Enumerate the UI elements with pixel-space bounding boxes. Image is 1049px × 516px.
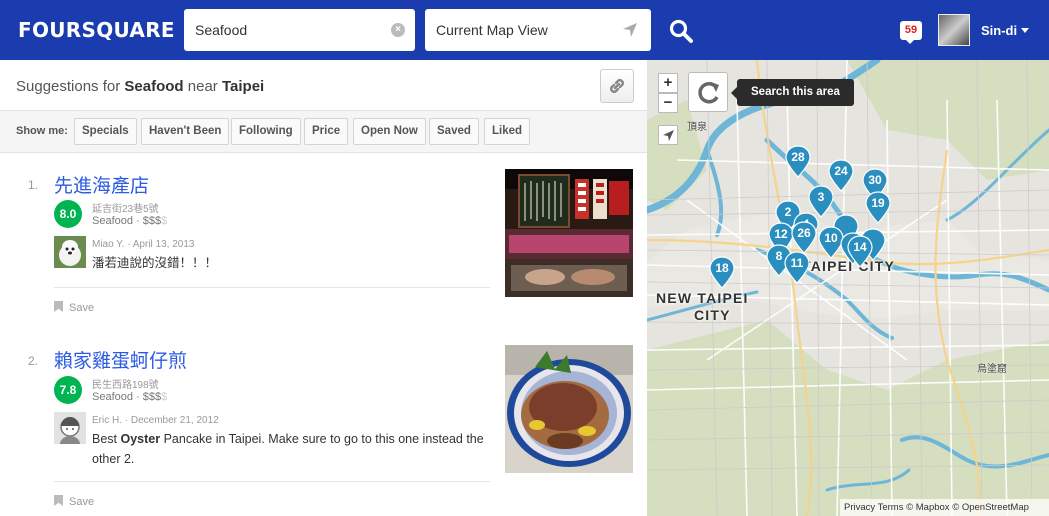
map-pin[interactable]: 28 xyxy=(785,145,811,178)
venue-category-price: Seafood · $$$$ xyxy=(92,215,168,227)
suggestions-prefix: Suggestions for xyxy=(16,78,121,95)
tip-author-date: Miao Y. · April 13, 2013 xyxy=(92,239,195,250)
venue-price-inactive: $ xyxy=(161,391,168,403)
chevron-down-icon[interactable] xyxy=(1021,28,1029,33)
suggestions-near-word: near xyxy=(187,78,218,95)
divider xyxy=(54,481,490,482)
venue-name-link[interactable]: 先進海產店 xyxy=(54,171,149,198)
search-query-input[interactable]: Seafood × xyxy=(184,9,415,51)
map-background[interactable] xyxy=(647,60,1049,516)
filter-open-now[interactable]: Open Now xyxy=(353,118,426,145)
venue-price-active: $$$ xyxy=(142,215,162,227)
save-button[interactable]: Save xyxy=(54,495,94,508)
show-me-label: Show me: xyxy=(16,125,68,137)
suggestions-query: Seafood xyxy=(124,78,184,95)
venue-category: Seafood xyxy=(92,215,133,227)
save-label: Save xyxy=(69,302,95,314)
filter-bar: Show me: Specials Haven't Been Following… xyxy=(0,110,647,153)
tip-author-date: Eric H. · December 21, 2012 xyxy=(92,415,219,426)
tip-text-part: Best xyxy=(92,432,121,446)
map-pin[interactable]: 18 xyxy=(709,256,735,289)
search-this-area-tooltip[interactable]: Search this area xyxy=(731,79,854,106)
venue-rank: 2. xyxy=(28,354,39,368)
pin-label: 3 xyxy=(817,190,825,204)
suggestions-place: Taipei xyxy=(221,78,265,95)
user-avatar[interactable] xyxy=(938,14,970,46)
venue-price-inactive: $ xyxy=(161,215,168,227)
map-label-new-taipei: NEW TAIPEI xyxy=(656,290,749,306)
filter-havent-been[interactable]: Haven't Been xyxy=(141,118,230,145)
venue-category: Seafood xyxy=(92,391,133,403)
tip-author-avatar[interactable] xyxy=(54,236,86,268)
pin-label: 28 xyxy=(791,150,805,164)
venue-category-price: Seafood · $$$$ xyxy=(92,391,168,403)
tip-text: Best Oyster Pancake in Taipei. Make sure… xyxy=(92,429,492,469)
venue-score-badge: 8.0 xyxy=(54,200,82,228)
tip-text-highlight: Oyster xyxy=(120,432,161,446)
map-pin[interactable]: 11 xyxy=(784,251,810,284)
location-arrow-icon[interactable] xyxy=(621,21,639,39)
map-view[interactable]: TAIPEI CITY NEW TAIPEI CITY 頂泉 烏塗窟 xyxy=(647,60,1049,516)
pin-label: 18 xyxy=(715,261,729,275)
pin-label: 30 xyxy=(868,173,882,187)
top-navigation-bar: FOURSQUARE Seafood × Current Map View 59… xyxy=(0,0,1049,60)
pin-label: 24 xyxy=(834,164,848,178)
zoom-out-button[interactable]: − xyxy=(658,93,678,113)
save-button[interactable]: Save xyxy=(54,301,94,314)
filter-following[interactable]: Following xyxy=(231,118,301,145)
map-attribution[interactable]: Privacy Terms © Mapbox © OpenStreetMap xyxy=(840,499,1049,516)
location-arrow-icon xyxy=(663,130,674,141)
link-icon xyxy=(610,79,624,93)
notification-badge[interactable]: 59 xyxy=(900,21,922,44)
search-this-area-button[interactable] xyxy=(688,72,728,112)
map-label-town: 烏塗窟 xyxy=(977,364,1007,375)
foursquare-logo[interactable]: FOURSQUARE xyxy=(18,18,175,42)
venue-address: 延吉街23巷5號 xyxy=(92,204,159,215)
save-label: Save xyxy=(69,496,95,508)
venue-address: 民生西路198號 xyxy=(92,380,159,391)
map-pin[interactable]: 19 xyxy=(865,191,891,224)
tip-author-avatar[interactable] xyxy=(54,412,86,444)
near-location-value: Current Map View xyxy=(436,22,548,38)
venue-price-active: $$$ xyxy=(142,391,162,403)
filter-liked[interactable]: Liked xyxy=(484,118,531,145)
map-pin[interactable]: 14 xyxy=(847,235,873,268)
zoom-in-button[interactable]: + xyxy=(658,73,678,93)
venue-photo[interactable] xyxy=(505,169,633,297)
pin-label: 19 xyxy=(871,196,885,210)
map-label-new-taipei-city: CITY xyxy=(694,307,731,323)
divider xyxy=(54,287,490,288)
venue-rank: 1. xyxy=(28,178,39,192)
clear-search-icon[interactable]: × xyxy=(391,23,405,37)
pin-label: 11 xyxy=(790,256,804,270)
map-label-town: 頂泉 xyxy=(687,122,707,133)
filter-price[interactable]: Price xyxy=(304,118,349,145)
venue-name-link[interactable]: 賴家雞蛋蚵仔煎 xyxy=(54,346,187,373)
suggestions-heading: Suggestions for Seafood near Taipei xyxy=(16,78,264,95)
share-link-button[interactable] xyxy=(600,69,634,103)
refresh-icon xyxy=(698,82,719,104)
pin-label: 14 xyxy=(853,240,867,254)
venue-photo[interactable] xyxy=(505,345,633,473)
venue-score-badge: 7.8 xyxy=(54,376,82,404)
pin-label: 26 xyxy=(797,226,811,240)
search-query-value: Seafood xyxy=(195,22,248,38)
bookmark-icon xyxy=(54,495,63,506)
search-icon[interactable] xyxy=(668,18,694,44)
map-pin[interactable]: 26 xyxy=(791,221,817,254)
tip-text: 潘若迪說的沒錯！！！ xyxy=(92,256,218,270)
user-name[interactable]: Sin-di xyxy=(981,23,1017,38)
locate-me-button[interactable] xyxy=(658,125,678,145)
filter-specials[interactable]: Specials xyxy=(74,118,137,145)
filter-saved[interactable]: Saved xyxy=(429,118,479,145)
near-location-input[interactable]: Current Map View xyxy=(425,9,651,51)
bookmark-icon xyxy=(54,301,63,312)
